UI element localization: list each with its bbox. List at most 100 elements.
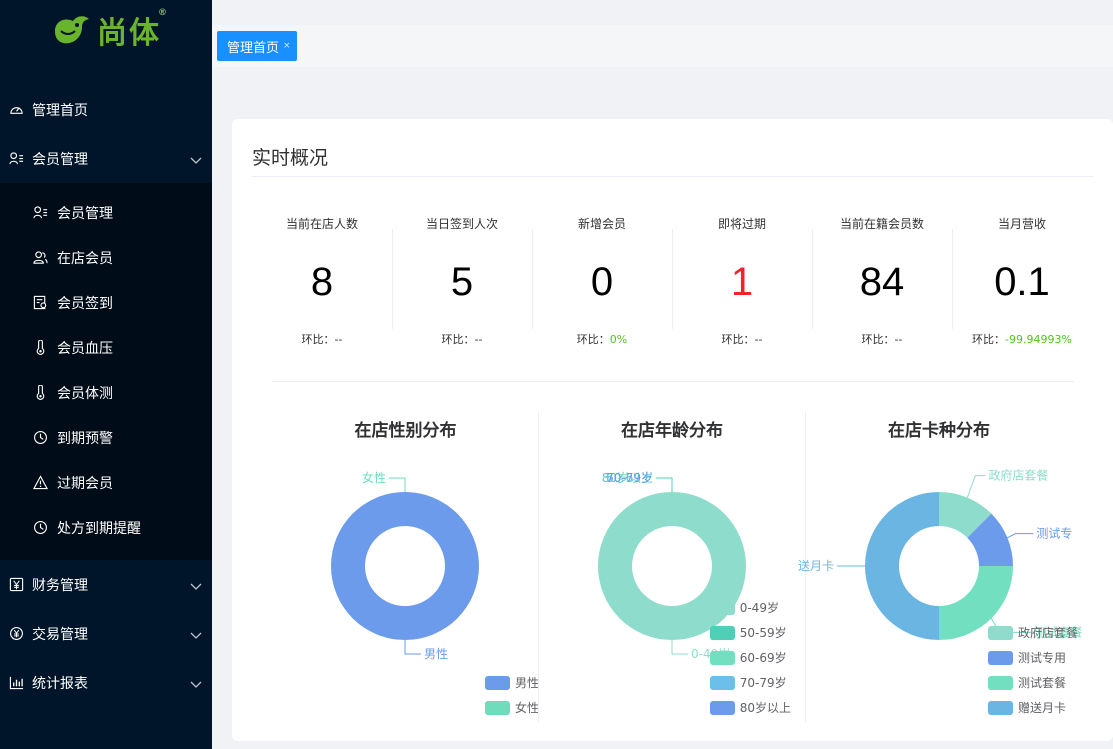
legend-item[interactable]: 50-59岁 <box>709 620 791 645</box>
stat-monthly-revenue: 当月营收 0.1 环比：-99.94993% <box>952 215 1092 350</box>
tab-label: 管理首页 <box>227 40 280 56</box>
bird-logo-icon <box>55 16 89 44</box>
sidebar-item-expired-members[interactable]: 过期会员 <box>0 460 212 505</box>
legend-label: 60-69岁 <box>739 651 787 665</box>
legend-swatch <box>987 675 1013 690</box>
sidebar-menu: 管理首页 会员管理 会员管理 在店会员 会员签到 会员血压 会员体测 到期预警 … <box>0 85 212 707</box>
legend-label: 女性 <box>514 701 539 715</box>
thermometer-icon <box>32 385 48 401</box>
stat-value: 0 <box>590 260 614 304</box>
legend-swatch <box>987 650 1013 665</box>
sidebar-item-expiry-warning[interactable]: 到期预警 <box>0 415 212 460</box>
legend-item[interactable]: 70-79岁 <box>709 670 791 695</box>
checkin-icon <box>32 295 48 311</box>
legend-item[interactable]: 0-49岁 <box>709 595 791 620</box>
callout-label: 送月卡 <box>798 558 834 573</box>
user-group-icon <box>32 250 48 266</box>
legend-item[interactable]: 60-69岁 <box>709 645 791 670</box>
stat-label: 当前在籍会员数 <box>839 217 924 231</box>
legend-label: 测试套餐 <box>1017 676 1066 690</box>
stat-compare: 环比：-- <box>721 333 763 346</box>
callout-label: 政府店套餐 <box>988 468 1048 483</box>
sidebar-item-member-list[interactable]: 会员管理 <box>0 190 212 235</box>
sidebar-item-label: 统计报表 <box>32 675 88 692</box>
sidebar-item-label: 会员体测 <box>57 385 113 402</box>
close-icon[interactable]: × <box>283 41 291 51</box>
legend-item[interactable]: 80岁以上 <box>709 695 791 720</box>
sidebar-item-member-checkin[interactable]: 会员签到 <box>0 280 212 325</box>
legend-item[interactable]: 男性 <box>484 670 539 695</box>
chart-title: 在店性别分布 <box>354 421 457 441</box>
member-icon <box>8 151 24 167</box>
legend-label: 测试专用 <box>1017 651 1066 665</box>
stat-label: 当前在店人数 <box>285 217 358 231</box>
legend-label: 70-79岁 <box>739 676 787 690</box>
legend-swatch <box>709 600 735 615</box>
sidebar-item-prescription-reminder[interactable]: 处方到期提醒 <box>0 505 212 550</box>
clock-icon <box>32 520 48 536</box>
clock-icon <box>32 430 48 446</box>
stat-compare: 环比：-- <box>861 333 903 346</box>
thermometer-icon <box>32 340 48 356</box>
legend-swatch <box>484 675 510 690</box>
stat-compare: 环比：0% <box>576 333 628 346</box>
pie-slice[interactable] <box>331 492 479 640</box>
age-chart: 在店年龄分布 0-49岁 80岁以上 50-59岁 60-69岁 70-79岁 0-49… <box>538 412 805 722</box>
sidebar-item-transaction[interactable]: 交易管理 <box>0 609 212 658</box>
stat-value: 1 <box>730 260 754 304</box>
chart-legend: 0-49岁 50-59岁 60-69岁 70-79岁 80岁以上 <box>709 595 791 720</box>
sidebar-item-label: 会员管理 <box>57 205 113 222</box>
legend-label: 政府店套餐 <box>1017 626 1078 640</box>
divider <box>252 176 1093 177</box>
legend-item[interactable]: 测试专用 <box>987 645 1078 670</box>
sidebar-item-label: 在店会员 <box>57 250 113 267</box>
finance-icon <box>8 577 24 593</box>
warning-icon <box>32 475 48 491</box>
stat-value: 5 <box>450 260 474 304</box>
submenu-member: 会员管理 在店会员 会员签到 会员血压 会员体测 到期预警 过期会员 处方到期提… <box>0 183 212 560</box>
stat-compare: 环比：-- <box>301 333 343 346</box>
legend-swatch <box>484 700 510 715</box>
sidebar-item-label: 财务管理 <box>32 577 88 594</box>
sidebar-item-label: 会员签到 <box>57 295 113 312</box>
legend-swatch <box>709 625 735 640</box>
chevron-down-icon <box>190 676 202 692</box>
stat-in-store: 当前在店人数 8 环比：-- <box>252 215 392 350</box>
callout-line <box>1007 533 1034 539</box>
chart-title: 在店年龄分布 <box>621 421 723 441</box>
sidebar-item-member-management[interactable]: 会员管理 <box>0 134 212 183</box>
legend-label: 50-59岁 <box>739 626 787 640</box>
legend-item[interactable]: 测试套餐 <box>987 670 1078 695</box>
stat-label: 当日签到人次 <box>425 217 498 231</box>
sidebar-item-body-test[interactable]: 会员体测 <box>0 370 212 415</box>
stat-checkins: 当日签到人次 5 环比：-- <box>392 215 532 350</box>
member-list-icon <box>32 205 48 221</box>
pie-slice[interactable] <box>865 492 939 640</box>
callout-line <box>389 477 406 492</box>
sidebar-item-label: 交易管理 <box>32 626 88 643</box>
legend-swatch <box>987 700 1013 715</box>
sidebar-item-reports[interactable]: 统计报表 <box>0 658 212 707</box>
sidebar-item-label: 处方到期提醒 <box>57 520 141 537</box>
sidebar-item-dashboard[interactable]: 管理首页 <box>0 85 212 134</box>
page-title: 实时概况 <box>252 147 329 169</box>
legend-item[interactable]: 女性 <box>484 695 539 720</box>
sidebar-item-finance[interactable]: 财务管理 <box>0 560 212 609</box>
callout-line <box>656 477 673 492</box>
legend-swatch <box>709 700 735 715</box>
divider <box>272 381 1074 382</box>
sidebar-item-label: 到期预警 <box>57 430 113 447</box>
stat-value: 84 <box>859 260 905 304</box>
charts-area: 在店性别分布 男性女性 男性女性 在店年龄分布 0-49岁80岁以上50-59岁… <box>272 412 1082 722</box>
sidebar-item-blood-pressure[interactable]: 会员血压 <box>0 325 212 370</box>
tab-dashboard[interactable]: 管理首页 × <box>217 31 297 61</box>
sidebar-item-label: 会员管理 <box>32 151 88 168</box>
sidebar: 尚体 ® 管理首页 会员管理 会员管理 在店会员 会员签到 会员血压 会员体测 … <box>0 0 212 749</box>
legend-item[interactable]: 赠送月卡 <box>987 695 1078 720</box>
callout-line <box>966 475 986 498</box>
legend-label: 赠送月卡 <box>1017 701 1066 715</box>
sidebar-item-label: 过期会员 <box>57 475 113 492</box>
sidebar-item-in-store-members[interactable]: 在店会员 <box>0 235 212 280</box>
overview-card: 实时概况 当前在店人数 8 环比：-- 当日签到人次 5 环比：-- 新增会员 … <box>232 119 1113 741</box>
legend-item[interactable]: 政府店套餐 <box>987 620 1078 645</box>
